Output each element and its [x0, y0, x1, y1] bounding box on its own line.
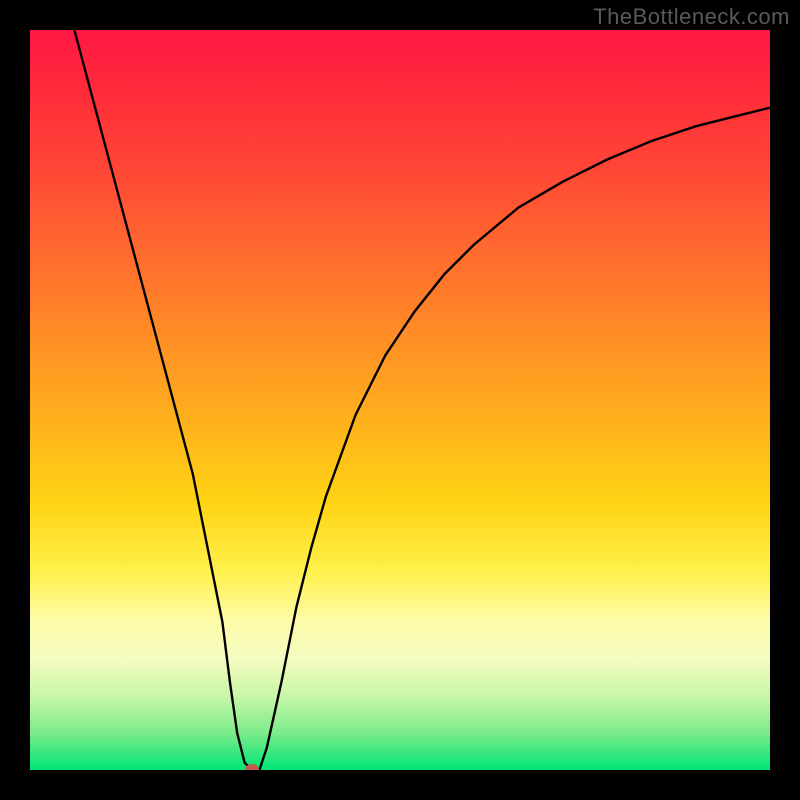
- plot-area: [30, 30, 770, 770]
- curve-path: [74, 30, 770, 770]
- optimum-marker: [245, 764, 259, 770]
- watermark-text: TheBottleneck.com: [593, 4, 790, 30]
- chart-frame: TheBottleneck.com: [0, 0, 800, 800]
- bottleneck-curve: [30, 30, 770, 770]
